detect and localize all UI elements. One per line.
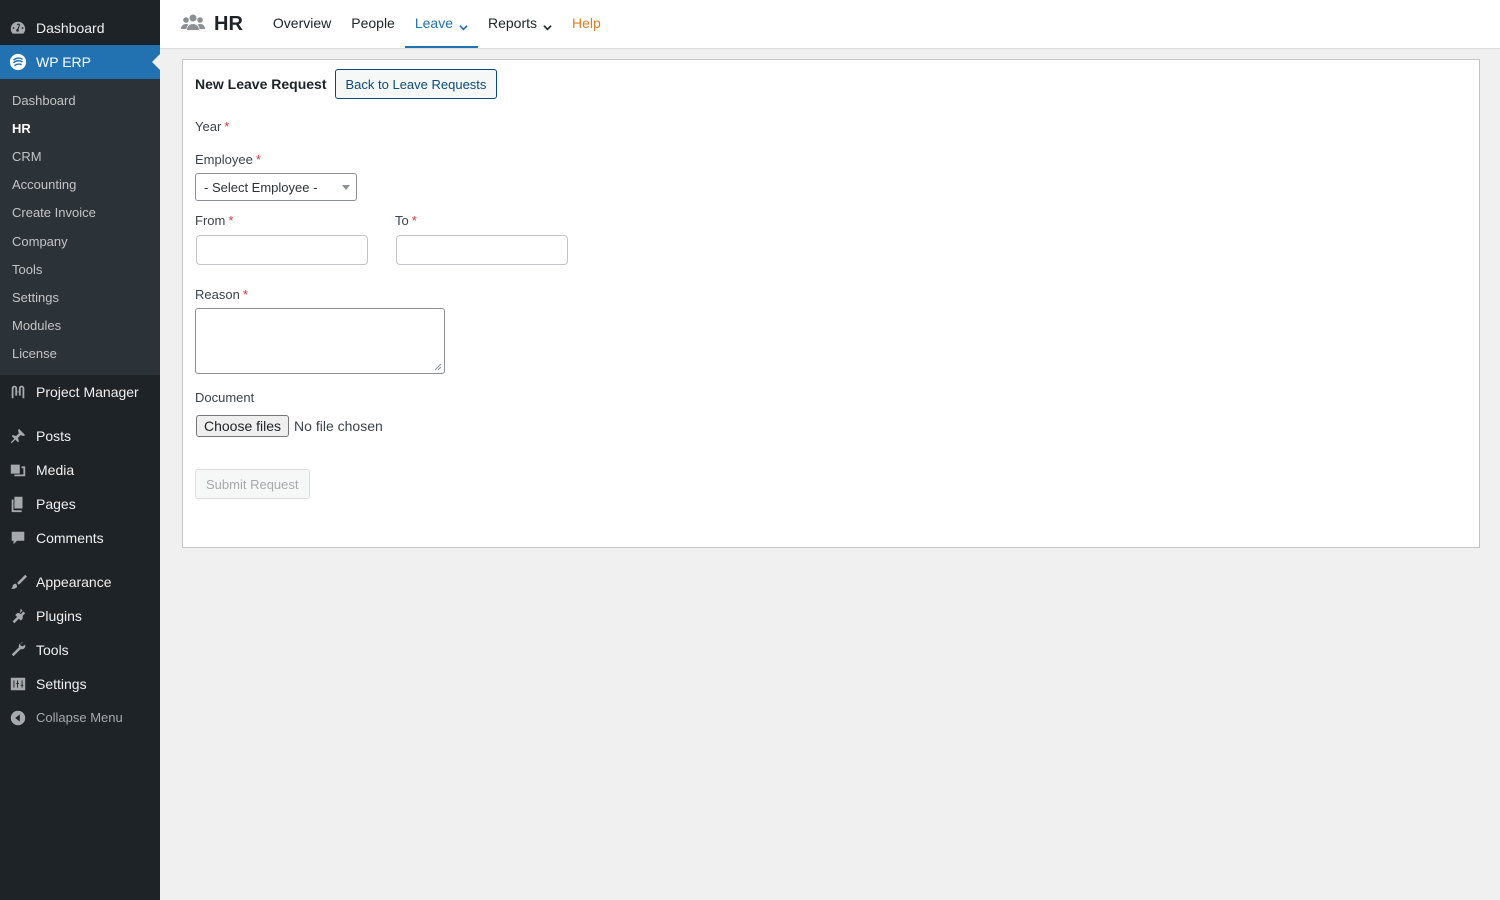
submenu-license[interactable]: License xyxy=(0,340,160,368)
menu-wp-erp-label: WP ERP xyxy=(36,54,91,70)
menu-settings[interactable]: Settings xyxy=(0,667,160,701)
hr-title: HR xyxy=(214,12,243,35)
nav-leave-label: Leave xyxy=(414,15,453,31)
menu-dashboard[interactable]: Dashboard xyxy=(0,11,160,45)
employee-select[interactable]: - Select Employee - xyxy=(195,173,357,201)
nav-reports[interactable]: Reports xyxy=(478,0,562,48)
menu-plugins-label: Plugins xyxy=(36,607,82,624)
employee-select-value: - Select Employee - xyxy=(204,179,318,195)
collapse-menu-button[interactable]: Collapse Menu xyxy=(0,701,160,735)
required-mark: * xyxy=(228,213,234,228)
page-title: New Leave Request xyxy=(195,76,327,92)
submenu-tools[interactable]: Tools xyxy=(0,255,160,283)
page-header: New Leave Request Back to Leave Requests xyxy=(195,69,498,99)
wp-erp-submenu: Dashboard HR CRM Accounting Create Invoi… xyxy=(0,79,160,375)
leave-request-panel: New Leave Request Back to Leave Requests… xyxy=(182,59,1480,548)
from-label: From * xyxy=(195,213,233,228)
submenu-crm[interactable]: CRM xyxy=(0,142,160,170)
menu-project-manager-label: Project Manager xyxy=(36,383,139,400)
collapse-menu-label: Collapse Menu xyxy=(36,710,123,726)
menu-dashboard-label: Dashboard xyxy=(36,20,105,36)
chevron-down-icon xyxy=(459,19,468,30)
menu-project-manager[interactable]: Project Manager xyxy=(0,375,160,409)
menu-pages[interactable]: Pages xyxy=(0,487,160,521)
nav-leave[interactable]: Leave xyxy=(404,0,478,48)
people-group-icon xyxy=(180,12,206,37)
submenu-modules[interactable]: Modules xyxy=(0,312,160,340)
to-label-text: To xyxy=(395,213,409,228)
employee-label-text: Employee xyxy=(195,152,253,167)
nav-reports-label: Reports xyxy=(488,15,538,31)
back-to-leave-requests-button[interactable]: Back to Leave Requests xyxy=(334,69,498,99)
submenu-create-invoice[interactable]: Create Invoice xyxy=(0,199,160,227)
nav-people-label: People xyxy=(351,15,395,31)
from-date-input[interactable] xyxy=(196,235,368,265)
submit-request-button[interactable]: Submit Request xyxy=(195,469,310,499)
year-label-text: Year xyxy=(195,119,222,134)
from-label-text: From xyxy=(195,213,226,228)
comments-icon xyxy=(8,528,28,548)
dropdown-arrow-icon xyxy=(342,185,350,190)
menu-comments-label: Comments xyxy=(36,529,104,546)
submenu-company[interactable]: Company xyxy=(0,227,160,255)
menu-plugins[interactable]: Plugins xyxy=(0,599,160,633)
media-icon xyxy=(8,460,28,480)
menu-posts-label: Posts xyxy=(36,427,72,444)
submenu-accounting[interactable]: Accounting xyxy=(0,171,160,199)
dashboard-icon xyxy=(8,18,28,38)
document-file-input: Choose files No file chosen xyxy=(196,415,383,437)
paintbrush-icon xyxy=(8,572,28,592)
to-label: To * xyxy=(395,213,417,228)
menu-tools[interactable]: Tools xyxy=(0,633,160,667)
submenu-hr[interactable]: HR xyxy=(0,114,160,142)
nav-overview-label: Overview xyxy=(272,15,332,31)
reason-label-text: Reason xyxy=(195,287,240,302)
settings-icon xyxy=(8,674,28,694)
menu-pages-label: Pages xyxy=(36,495,76,512)
menu-wp-erp[interactable]: WP ERP xyxy=(0,45,160,79)
menu-appearance[interactable]: Appearance xyxy=(0,565,160,599)
menu-settings-label: Settings xyxy=(36,675,87,692)
nav-help-label: Help xyxy=(572,15,601,31)
collapse-icon xyxy=(8,708,28,728)
wrench-icon xyxy=(8,640,28,660)
project-manager-icon xyxy=(8,382,28,402)
required-mark: * xyxy=(411,213,417,228)
menu-tools-label: Tools xyxy=(36,641,69,658)
choose-files-button[interactable]: Choose files xyxy=(196,415,290,437)
plugins-icon xyxy=(8,606,28,626)
nav-people[interactable]: People xyxy=(341,0,405,48)
submenu-dashboard[interactable]: Dashboard xyxy=(0,86,160,114)
year-label: Year * xyxy=(195,119,229,134)
chevron-down-icon xyxy=(543,19,552,30)
resize-grip-icon[interactable] xyxy=(434,363,442,371)
to-date-input[interactable] xyxy=(396,235,568,265)
menu-posts[interactable]: Posts xyxy=(0,419,160,453)
hr-top-nav: HR Overview People Leave Reports Help xyxy=(160,0,1500,49)
hr-brand: HR xyxy=(180,0,243,48)
submenu-settings[interactable]: Settings xyxy=(0,283,160,311)
menu-comments[interactable]: Comments xyxy=(0,521,160,555)
document-label-text: Document xyxy=(195,390,255,405)
wp-erp-icon xyxy=(8,52,28,72)
required-mark: * xyxy=(224,119,230,134)
document-label: Document xyxy=(195,390,254,405)
employee-label: Employee * xyxy=(195,152,261,167)
reason-label: Reason * xyxy=(195,287,248,302)
pages-icon xyxy=(8,494,28,514)
menu-appearance-label: Appearance xyxy=(36,573,112,590)
file-status-text: No file chosen xyxy=(294,418,383,434)
menu-media[interactable]: Media xyxy=(0,453,160,487)
menu-media-label: Media xyxy=(36,461,75,478)
required-mark: * xyxy=(255,152,261,167)
required-mark: * xyxy=(242,287,248,302)
reason-textarea[interactable] xyxy=(195,308,445,374)
nav-help[interactable]: Help xyxy=(562,0,611,48)
pushpin-icon xyxy=(8,426,28,446)
admin-sidebar: Dashboard WP ERP Dashboard HR CRM Accoun… xyxy=(0,0,160,900)
nav-overview[interactable]: Overview xyxy=(263,0,341,48)
